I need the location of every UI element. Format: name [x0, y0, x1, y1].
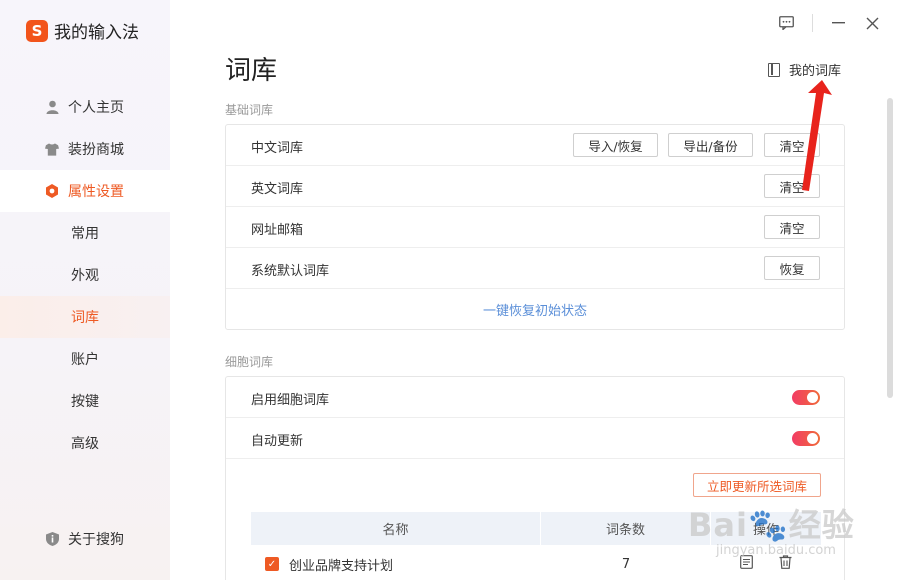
sidebar-subitem-appearance[interactable]: 外观 — [0, 254, 170, 296]
row-checkbox[interactable]: ✓ — [265, 557, 279, 571]
row-label: 系统默认词库 — [251, 264, 330, 279]
list-item: 中文词库 导入/恢复 导出/备份 清空 — [226, 125, 844, 166]
list-item: 英文词库 清空 — [226, 166, 844, 207]
sidebar-item-about[interactable]: 关于搜狗 — [0, 518, 170, 560]
feedback-icon[interactable] — [775, 12, 797, 34]
user-icon — [45, 100, 59, 114]
section-label-cell: 细胞词库 — [225, 355, 274, 369]
watermark-url: jingyan.baidu.com — [716, 543, 836, 558]
my-library-label: 我的词库 — [789, 64, 842, 79]
sidebar-item-settings[interactable]: 属性设置 — [0, 170, 170, 212]
list-item: 自动更新 — [226, 418, 844, 459]
sidebar-item-label: 装扮商城 — [68, 142, 124, 158]
sidebar: S 我的输入法 个人主页 装扮商城 属性设置 常用 外观 词库 账户 按键 高级… — [0, 0, 170, 580]
info-shield-icon — [45, 532, 59, 546]
row-label: 英文词库 — [251, 182, 304, 197]
import-restore-button[interactable]: 导入/恢复 — [573, 133, 658, 157]
restore-initial-state-link[interactable]: 一键恢复初始状态 — [483, 300, 587, 319]
scrollbar[interactable] — [887, 98, 893, 398]
column-header-count: 词条数 — [541, 512, 711, 545]
sidebar-item-label: 个人主页 — [68, 100, 124, 116]
sidebar-item-profile[interactable]: 个人主页 — [0, 86, 170, 128]
sidebar-subitem-account[interactable]: 账户 — [0, 338, 170, 380]
minimize-icon[interactable] — [827, 12, 849, 34]
sidebar-subitem-dictionary[interactable]: 词库 — [0, 296, 170, 338]
auto-update-toggle[interactable] — [792, 431, 820, 446]
list-item: 启用细胞词库 — [226, 377, 844, 418]
sidebar-subitem-advanced[interactable]: 高级 — [0, 422, 170, 464]
column-header-name: 名称 — [251, 512, 541, 545]
page-title: 词库 — [225, 56, 278, 86]
row-label: 启用细胞词库 — [251, 393, 330, 408]
restore-system-button[interactable]: 恢复 — [764, 256, 820, 280]
clear-english-button[interactable]: 清空 — [764, 174, 820, 198]
sogou-logo-icon: S — [26, 19, 48, 42]
list-item: 系统默认词库 恢复 — [226, 248, 844, 289]
window-controls-divider — [812, 14, 813, 32]
row-label: 自动更新 — [251, 434, 304, 449]
shirt-icon — [45, 142, 59, 156]
enable-cell-toggle[interactable] — [792, 390, 820, 405]
section-label-basic: 基础词库 — [225, 103, 274, 117]
clear-url-email-button[interactable]: 清空 — [764, 215, 820, 239]
hexagon-settings-icon — [45, 184, 59, 198]
close-icon[interactable] — [861, 12, 883, 34]
row-label: 网址邮箱 — [251, 223, 304, 238]
dictionary-name: 创业品牌支持计划 — [289, 558, 394, 574]
row-label: 中文词库 — [251, 141, 304, 156]
list-item: 网址邮箱 清空 — [226, 207, 844, 248]
sidebar-subitem-keys[interactable]: 按键 — [0, 380, 170, 422]
count-cell: 7 — [621, 556, 631, 572]
restore-link-row: 一键恢复初始状态 — [226, 289, 844, 329]
export-backup-button[interactable]: 导出/备份 — [668, 133, 753, 157]
sidebar-subitem-general[interactable]: 常用 — [0, 212, 170, 254]
basic-dictionary-card: 中文词库 导入/恢复 导出/备份 清空 英文词库 清空 网址邮箱 清空 系统默认… — [225, 124, 845, 330]
brand: S 我的输入法 — [26, 18, 139, 43]
my-library-link[interactable]: 我的词库 — [768, 60, 841, 79]
sidebar-item-shop[interactable]: 装扮商城 — [0, 128, 170, 170]
sidebar-item-label: 属性设置 — [68, 184, 124, 200]
book-icon — [768, 62, 780, 77]
name-cell: ✓ 创业品牌支持计划 — [251, 545, 541, 580]
sidebar-item-label: 关于搜狗 — [68, 532, 124, 548]
app-name: 我的输入法 — [54, 23, 139, 43]
watermark-logo: Bai🐾经验 — [688, 506, 855, 544]
update-selected-button[interactable]: 立即更新所选词库 — [693, 473, 821, 497]
clear-chinese-button[interactable]: 清空 — [764, 133, 820, 157]
